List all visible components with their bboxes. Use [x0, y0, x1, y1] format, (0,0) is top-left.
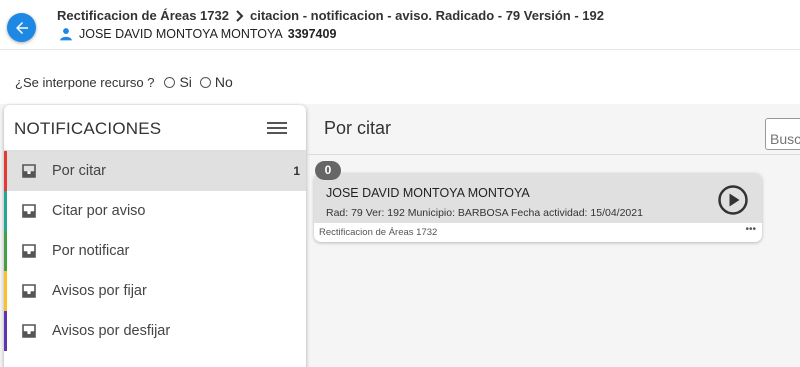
sidebar-item[interactable]: Por notificar [4, 231, 306, 271]
count-badge: 0 [315, 161, 341, 180]
appeal-question-label: ¿Se interpone recurso ? [15, 74, 155, 90]
radio-yes[interactable]: Si [164, 74, 192, 90]
breadcrumb-process[interactable]: Rectificacion de Áreas 1732 [57, 8, 229, 23]
inbox-icon [22, 244, 36, 258]
sidebar-item[interactable]: Avisos por desfijar [4, 311, 306, 351]
sidebar-item-label: Citar por aviso [52, 203, 146, 219]
person-icon [60, 28, 72, 41]
radio-no-label: No [214, 74, 233, 90]
radio-yes-circle[interactable] [164, 76, 176, 88]
sidebar-item-label: Por citar [52, 163, 106, 179]
breadcrumb: Rectificacion de Áreas 1732 citacion - n… [57, 8, 604, 23]
inbox-icon [22, 164, 36, 178]
user-id: 3397409 [287, 27, 337, 41]
sidebar-item-label: Por notificar [52, 243, 130, 259]
user-name: JOSE DAVID MONTOYA MONTOYA [79, 27, 283, 41]
panel-header: NOTIFICACIONES [4, 105, 306, 151]
task-card-detail: Rad: 79 Ver: 192 Municipio: BARBOSA Fech… [326, 207, 643, 219]
more-options-icon[interactable]: ••• [745, 224, 756, 235]
sidebar-item[interactable]: Avisos por fijar [4, 271, 306, 311]
radio-no-circle[interactable] [199, 76, 211, 88]
inbox-icon [22, 284, 36, 298]
task-card-name: JOSE DAVID MONTOYA MONTOYA [326, 186, 530, 200]
radio-yes-label: Si [179, 74, 192, 90]
appeal-question: ¿Se interpone recurso ? Si No [15, 74, 233, 90]
radio-no[interactable]: No [199, 74, 233, 90]
play-circle-icon[interactable] [717, 184, 749, 216]
task-card-footer: Rectificacion de Áreas 1732 [319, 227, 438, 238]
search-input[interactable] [765, 118, 800, 150]
page-title: Por citar [324, 118, 392, 138]
task-card[interactable]: JOSE DAVID MONTOYA MONTOYA Rad: 79 Ver: … [314, 173, 762, 242]
sidebar-item-label: Avisos por fijar [52, 283, 147, 299]
chevron-right-icon [235, 9, 245, 22]
sidebar-item[interactable]: Citar por aviso [4, 191, 306, 231]
sidebar-item[interactable]: Por citar 1 [4, 151, 306, 191]
panel-title: NOTIFICACIONES [14, 119, 162, 138]
hamburger-menu-icon[interactable] [267, 122, 287, 136]
sidebar-item-label: Avisos por desfijar [52, 323, 171, 339]
sidebar-item-count: 1 [293, 164, 300, 178]
arrow-left-icon [15, 21, 28, 34]
header-bar: Rectificacion de Áreas 1732 citacion - n… [0, 0, 800, 50]
divider [306, 154, 800, 155]
notifications-panel: NOTIFICACIONES Por citar 1 Citar por aviso… [4, 105, 306, 367]
inbox-icon [22, 204, 36, 218]
breadcrumb-step: citacion - notificacion - aviso. Radicad… [249, 8, 604, 23]
back-button[interactable] [7, 13, 36, 42]
inbox-icon [22, 324, 36, 338]
user-info: JOSE DAVID MONTOYA MONTOYA 3397409 [59, 27, 336, 41]
